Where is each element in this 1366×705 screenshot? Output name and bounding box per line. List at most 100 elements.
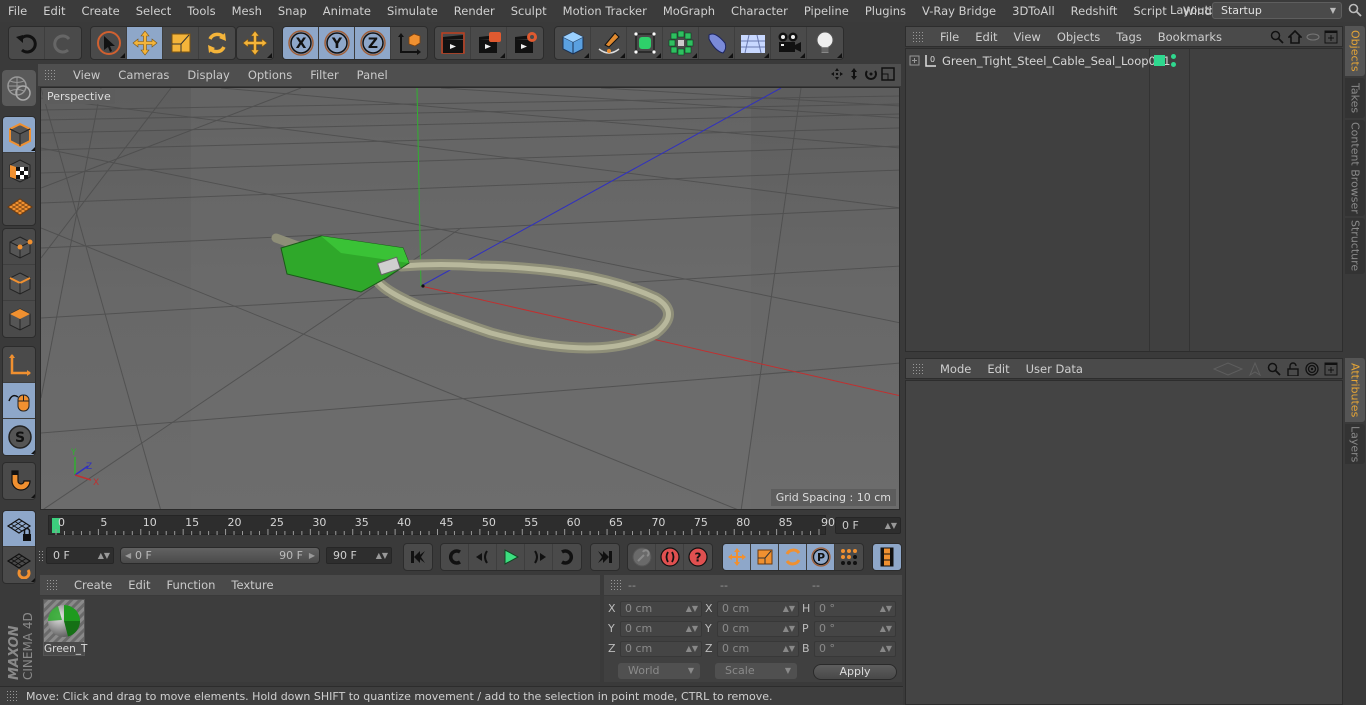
new-window-icon[interactable] — [1324, 30, 1338, 44]
menu-sculpt[interactable]: Sculpt — [503, 4, 555, 18]
render-view-button[interactable] — [435, 27, 471, 59]
search-icon[interactable] — [1348, 3, 1362, 17]
tab-layers[interactable]: Layers — [1345, 424, 1365, 464]
cloner-button[interactable] — [663, 27, 699, 59]
objects-menu-file[interactable]: File — [932, 30, 967, 44]
end-frame-field[interactable]: 90 F ▲▼ — [326, 547, 392, 564]
menu-snap[interactable]: Snap — [270, 4, 315, 18]
z-axis-lock-button[interactable]: Z — [355, 27, 391, 59]
recent-tool-button[interactable] — [237, 27, 273, 59]
texture-mode-button[interactable] — [3, 153, 35, 189]
menu-mograph[interactable]: MoGraph — [655, 4, 723, 18]
go-to-end-button[interactable] — [591, 544, 619, 570]
panel-grip-icon[interactable] — [44, 69, 56, 81]
menu-3dtoall[interactable]: 3DToAll — [1004, 4, 1063, 18]
zoom-view-icon[interactable] — [847, 67, 861, 81]
menu-render[interactable]: Render — [446, 4, 503, 18]
axis-mode-button[interactable] — [3, 347, 35, 383]
move-tool-button[interactable] — [127, 27, 163, 59]
object-name[interactable]: Green_Tight_Steel_Cable_Seal_Loop001 — [942, 54, 1170, 68]
viewport-menu-cameras[interactable]: Cameras — [109, 68, 178, 82]
make-editable-button[interactable] — [2, 70, 36, 106]
pos-x-field[interactable]: 0 cm ▲▼ — [620, 601, 702, 617]
cube-button[interactable] — [555, 27, 591, 59]
expand-icon[interactable] — [909, 55, 921, 67]
rot-b-field[interactable]: 0 ° ▲▼ — [814, 641, 896, 657]
attributes-menu-mode[interactable]: Mode — [932, 362, 979, 376]
pan-view-icon[interactable] — [830, 67, 844, 81]
lock-workplane-button[interactable] — [3, 511, 35, 547]
model-mode-button[interactable] — [3, 117, 35, 153]
viewport-menu-options[interactable]: Options — [239, 68, 301, 82]
objects-menu-view[interactable]: View — [1006, 30, 1049, 44]
size-z-field[interactable]: 0 cm ▲▼ — [717, 641, 799, 657]
menu-pipeline[interactable]: Pipeline — [796, 4, 857, 18]
solo-mode-button[interactable]: S — [3, 419, 35, 455]
up-arrow-icon[interactable] — [1248, 362, 1262, 376]
redo-button[interactable] — [45, 27, 81, 59]
size-mode-select[interactable]: Scale ▼ — [715, 663, 797, 679]
tab-takes[interactable]: Takes — [1345, 78, 1365, 118]
key-position-button[interactable] — [723, 544, 751, 570]
material-menu-edit[interactable]: Edit — [120, 578, 158, 592]
layout-select[interactable]: Startup ▼ — [1212, 2, 1342, 19]
rotate-view-icon[interactable] — [864, 67, 878, 81]
rot-p-field[interactable]: 0 ° ▲▼ — [814, 621, 896, 637]
search-icon[interactable] — [1270, 30, 1284, 44]
pos-y-field[interactable]: 0 cm ▲▼ — [620, 621, 702, 637]
timeline-grip-icon[interactable] — [38, 550, 44, 562]
search-icon[interactable] — [1267, 362, 1281, 376]
menu-character[interactable]: Character — [723, 4, 796, 18]
viewport-menu-panel[interactable]: Panel — [348, 68, 397, 82]
snap-button[interactable] — [3, 463, 35, 499]
menu-simulate[interactable]: Simulate — [379, 4, 446, 18]
objects-menu-edit[interactable]: Edit — [967, 30, 1005, 44]
toggle-icon[interactable] — [1306, 30, 1320, 44]
back-arrow-icon[interactable] — [1213, 362, 1243, 376]
menu-animate[interactable]: Animate — [315, 4, 379, 18]
target-icon[interactable] — [1305, 362, 1319, 376]
attributes-menu-edit[interactable]: Edit — [979, 362, 1017, 376]
panel-grip-icon[interactable] — [912, 362, 924, 375]
x-axis-lock-button[interactable]: X — [283, 27, 319, 59]
record-button[interactable] — [656, 544, 684, 570]
editor-visibility-dot[interactable] — [1171, 54, 1176, 59]
attributes-menu-user-data[interactable]: User Data — [1018, 362, 1091, 376]
timeline-window-button[interactable] — [873, 544, 901, 570]
render-to-picture-viewer-button[interactable] — [471, 27, 507, 59]
bend-deformer-button[interactable] — [699, 27, 735, 59]
objects-menu-bookmarks[interactable]: Bookmarks — [1150, 30, 1230, 44]
rot-h-field[interactable]: 0 ° ▲▼ — [814, 601, 896, 617]
key-pla-button[interactable] — [835, 544, 863, 570]
range-left-arrow-icon[interactable]: ◀ — [125, 548, 131, 563]
layer-color-swatch[interactable] — [1154, 55, 1165, 66]
menu-edit[interactable]: Edit — [35, 4, 73, 18]
material-thumbnail[interactable]: Green_T — [43, 599, 87, 656]
coordinate-system-button[interactable] — [391, 27, 427, 59]
tweak-mode-button[interactable] — [3, 383, 35, 419]
menu-file[interactable]: File — [0, 4, 35, 18]
autokey-button[interactable] — [628, 544, 656, 570]
key-parameter-button[interactable]: P — [807, 544, 835, 570]
viewport-menu-display[interactable]: Display — [178, 68, 238, 82]
start-frame-field[interactable]: 0 F ▲▼ — [46, 547, 114, 564]
previous-key-button[interactable] — [441, 544, 469, 570]
workplane-mode-button[interactable] — [3, 189, 35, 225]
pen-button[interactable] — [591, 27, 627, 59]
undo-button[interactable] — [9, 27, 45, 59]
next-frame-button[interactable] — [525, 544, 553, 570]
apply-button[interactable]: Apply — [813, 664, 897, 680]
viewport-menu-filter[interactable]: Filter — [301, 68, 347, 82]
menu-motion-tracker[interactable]: Motion Tracker — [555, 4, 655, 18]
workplane-align-button[interactable] — [3, 547, 35, 583]
coordinate-mode-select[interactable]: World ▼ — [618, 663, 700, 679]
material-menu-create[interactable]: Create — [66, 578, 120, 592]
render-settings-button[interactable] — [507, 27, 543, 59]
y-axis-lock-button[interactable]: Y — [319, 27, 355, 59]
preview-range-slider[interactable]: ◀ 0 F 90 F ▶ — [120, 547, 320, 564]
go-to-start-button[interactable] — [404, 544, 432, 570]
key-rotation-button[interactable] — [779, 544, 807, 570]
range-right-arrow-icon[interactable]: ▶ — [309, 548, 315, 563]
pos-z-field[interactable]: 0 cm ▲▼ — [620, 641, 702, 657]
points-mode-button[interactable] — [3, 229, 35, 265]
